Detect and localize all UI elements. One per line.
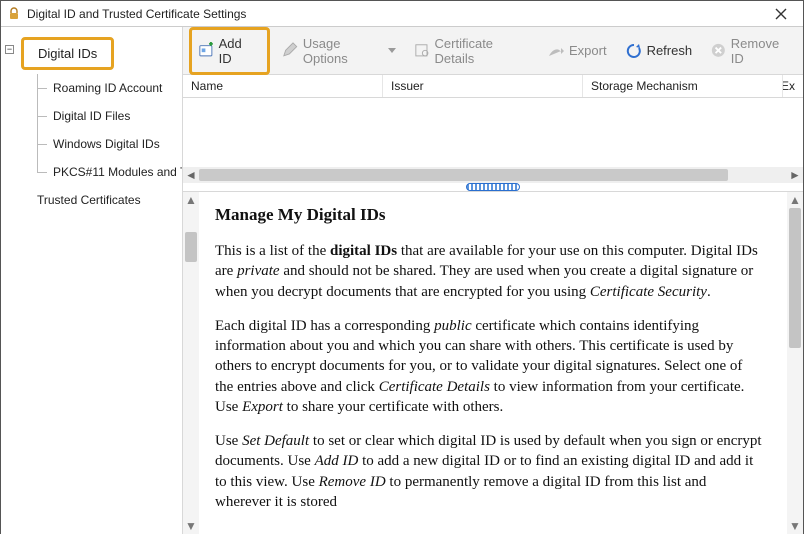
sidebar: − Digital IDs Roaming ID Account Digital… bbox=[1, 27, 183, 534]
help-paragraph-2: Each digital ID has a corresponding publ… bbox=[215, 316, 763, 417]
scroll-left-icon[interactable]: ◄ bbox=[183, 167, 199, 183]
column-expiry[interactable]: Ex bbox=[783, 75, 803, 97]
scroll-up-icon[interactable]: ▲ bbox=[183, 192, 199, 208]
help-content: Manage My Digital IDs This is a list of … bbox=[199, 192, 787, 534]
remove-icon bbox=[710, 42, 727, 60]
remove-id-button[interactable]: Remove ID bbox=[704, 32, 797, 70]
export-icon bbox=[547, 42, 565, 60]
scroll-down-icon[interactable]: ▼ bbox=[787, 518, 803, 534]
help-right-scrollbar[interactable]: ▲ ▼ bbox=[787, 192, 803, 534]
usage-options-label: Usage Options bbox=[303, 36, 382, 66]
grid-body: ◄ ► bbox=[183, 98, 803, 183]
add-id-button[interactable]: Add ID bbox=[189, 27, 270, 75]
certificate-details-button[interactable]: Certificate Details bbox=[408, 32, 535, 70]
add-id-icon bbox=[198, 42, 215, 60]
certificate-details-label: Certificate Details bbox=[435, 36, 529, 66]
window-title: Digital ID and Trusted Certificate Setti… bbox=[27, 7, 765, 21]
scroll-thumb[interactable] bbox=[199, 169, 728, 181]
help-panel: ▲ ▼ Manage My Digital IDs This is a list… bbox=[183, 191, 803, 534]
scroll-thumb[interactable] bbox=[789, 208, 801, 348]
sidebar-item-digital-ids[interactable]: Digital IDs bbox=[21, 37, 114, 70]
help-paragraph-3: Use Set Default to set or clear which di… bbox=[215, 431, 763, 512]
scroll-up-icon[interactable]: ▲ bbox=[787, 192, 803, 208]
refresh-icon bbox=[625, 42, 643, 60]
refresh-button[interactable]: Refresh bbox=[619, 38, 699, 64]
export-button[interactable]: Export bbox=[541, 38, 613, 64]
splitter-handle[interactable] bbox=[183, 183, 803, 191]
scroll-thumb[interactable] bbox=[185, 232, 197, 262]
column-name[interactable]: Name bbox=[183, 75, 383, 97]
sidebar-item-trusted-certificates[interactable]: Trusted Certificates bbox=[1, 186, 182, 214]
pencil-icon bbox=[282, 42, 299, 60]
h-scrollbar[interactable]: ◄ ► bbox=[183, 167, 803, 183]
close-button[interactable] bbox=[765, 1, 797, 27]
add-id-label: Add ID bbox=[219, 36, 256, 66]
refresh-label: Refresh bbox=[647, 43, 693, 58]
sidebar-item-roaming-id[interactable]: Roaming ID Account bbox=[1, 74, 182, 102]
sidebar-item-pkcs11[interactable]: PKCS#11 Modules and Tokens bbox=[1, 158, 182, 186]
help-left-scrollbar[interactable]: ▲ ▼ bbox=[183, 192, 199, 534]
titlebar: Digital ID and Trusted Certificate Setti… bbox=[1, 1, 803, 27]
sidebar-item-digital-id-files[interactable]: Digital ID Files bbox=[1, 102, 182, 130]
lock-icon bbox=[7, 7, 21, 21]
toolbar: Add ID Usage Options Certificate Details bbox=[183, 27, 803, 75]
scroll-down-icon[interactable]: ▼ bbox=[183, 518, 199, 534]
gripper-icon bbox=[466, 183, 520, 191]
remove-id-label: Remove ID bbox=[731, 36, 791, 66]
scroll-track[interactable] bbox=[199, 167, 787, 183]
help-paragraph-1: This is a list of the digital IDs that a… bbox=[215, 241, 763, 302]
help-heading: Manage My Digital IDs bbox=[215, 204, 763, 227]
certificate-icon bbox=[414, 42, 431, 60]
export-label: Export bbox=[569, 43, 607, 58]
chevron-down-icon bbox=[388, 48, 396, 53]
scroll-right-icon[interactable]: ► bbox=[787, 167, 803, 183]
tree-collapse-icon[interactable]: − bbox=[5, 45, 14, 54]
column-storage[interactable]: Storage Mechanism bbox=[583, 75, 783, 97]
sidebar-item-windows-digital-ids[interactable]: Windows Digital IDs bbox=[1, 130, 182, 158]
usage-options-button[interactable]: Usage Options bbox=[276, 32, 401, 70]
grid-header: Name Issuer Storage Mechanism Ex bbox=[183, 75, 803, 98]
column-issuer[interactable]: Issuer bbox=[383, 75, 583, 97]
